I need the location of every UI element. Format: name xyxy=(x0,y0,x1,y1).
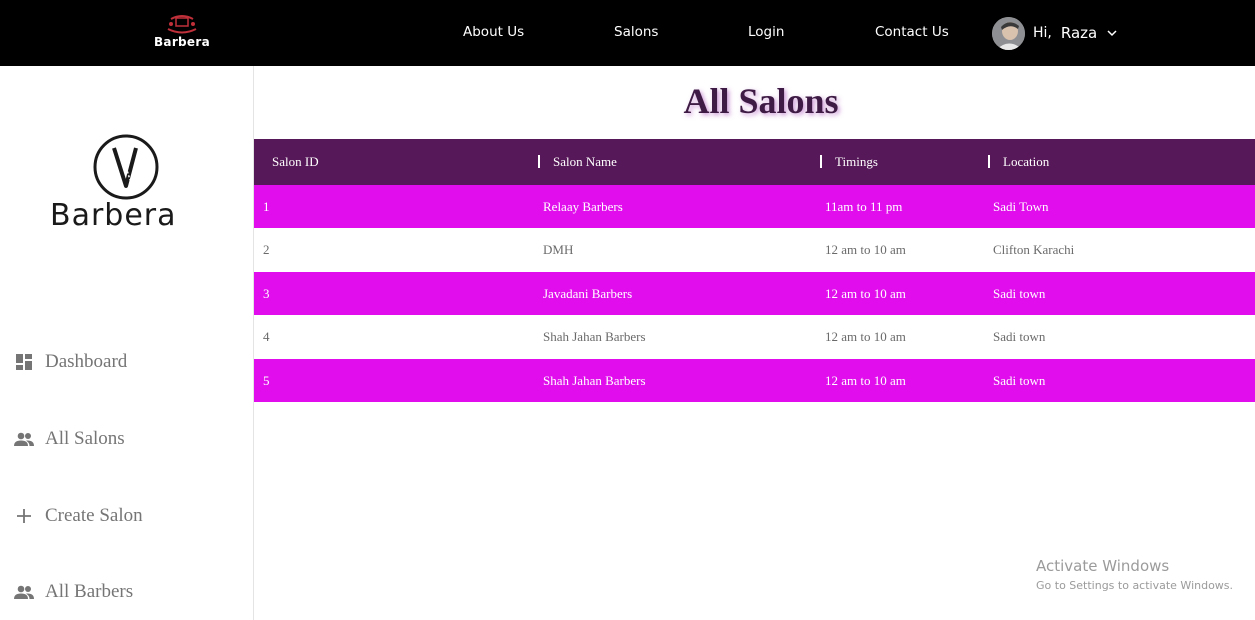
cell-salon-name: Shah Jahan Barbers xyxy=(543,329,646,345)
column-header-location[interactable]: Location xyxy=(1003,139,1049,185)
brand-name: Barbera xyxy=(153,35,210,49)
table-row[interactable]: 4 Shah Jahan Barbers 12 am to 10 am Sadi… xyxy=(254,315,1255,359)
sidebar-item-all-salons[interactable]: All Salons xyxy=(14,424,125,454)
barber-logo-icon xyxy=(167,15,197,34)
watermark-subtitle: Go to Settings to activate Windows. xyxy=(1036,579,1234,592)
avatar xyxy=(992,16,1025,50)
people-icon xyxy=(14,429,34,449)
nav-login[interactable]: Login xyxy=(748,24,784,40)
column-header-salon-id[interactable]: Salon ID xyxy=(272,139,319,185)
column-header-timings[interactable]: Timings xyxy=(835,139,878,185)
nav-contact-us[interactable]: Contact Us xyxy=(875,24,949,40)
cell-salon-id: 1 xyxy=(263,199,270,214)
table-row[interactable]: 5 Shah Jahan Barbers 12 am to 10 am Sadi… xyxy=(254,358,1255,402)
table-row[interactable]: 1 Relaay Barbers 11am to 11 pm Sadi Town xyxy=(254,185,1255,229)
sidebar-item-all-barbers[interactable]: All Barbers xyxy=(14,577,133,607)
cell-timings: 11am to 11 pm xyxy=(825,199,903,214)
sidebar: Barbera Dashboard All Salons Create Salo… xyxy=(0,66,254,620)
cell-timings: 12 am to 10 am xyxy=(825,329,906,345)
cell-location: Sadi Town xyxy=(993,199,1049,214)
sidebar-logo: Barbera xyxy=(46,134,206,234)
sidebar-item-dashboard[interactable]: Dashboard xyxy=(14,347,127,377)
cell-timings: 12 am to 10 am xyxy=(825,285,906,301)
column-divider xyxy=(820,155,822,168)
main-content: All Salons Salon ID Salon Name Timings L… xyxy=(254,66,1255,620)
cell-salon-name: DMH xyxy=(543,242,574,258)
nav-salons[interactable]: Salons xyxy=(614,24,658,40)
cell-salon-id: 2 xyxy=(263,242,270,258)
top-navbar: Barbera About Us Salons Login Contact Us… xyxy=(0,0,1255,66)
sidebar-item-create-salon[interactable]: Create Salon xyxy=(14,501,143,531)
table-row[interactable]: 2 DMH 12 am to 10 am Clifton Karachi xyxy=(254,228,1255,272)
cell-salon-name: Relaay Barbers xyxy=(543,199,623,214)
chevron-down-icon[interactable] xyxy=(1107,29,1117,37)
watermark-title: Activate Windows xyxy=(1036,557,1170,575)
column-divider xyxy=(988,155,990,168)
salons-table: Salon ID Salon Name Timings Location 1 R… xyxy=(254,139,1255,402)
sidebar-logo-text: Barbera xyxy=(50,198,177,233)
activation-watermark: Activate Windows Go to Settings to activ… xyxy=(1036,557,1233,592)
cell-timings: 12 am to 10 am xyxy=(825,242,906,258)
cell-salon-id: 4 xyxy=(263,329,270,345)
cell-salon-name: Javadani Barbers xyxy=(543,285,633,301)
cell-timings: 12 am to 10 am xyxy=(825,372,906,388)
sidebar-item-label: Create Salon xyxy=(45,505,143,526)
table-header: Salon ID Salon Name Timings Location xyxy=(254,139,1255,185)
brand-logo[interactable]: Barbera xyxy=(150,14,214,54)
cell-salon-id: 3 xyxy=(263,285,270,301)
sidebar-item-label: Dashboard xyxy=(45,351,128,372)
cell-salon-id: 5 xyxy=(263,372,270,388)
column-divider xyxy=(538,155,540,168)
dashboard-icon xyxy=(14,352,34,372)
plus-icon xyxy=(14,506,34,526)
user-menu[interactable]: Hi, Raza xyxy=(992,16,1117,50)
people-icon xyxy=(14,582,34,602)
cell-location: Sadi town xyxy=(993,372,1046,388)
cell-location: Clifton Karachi xyxy=(993,242,1075,258)
table-row[interactable]: 3 Javadani Barbers 12 am to 10 am Sadi t… xyxy=(254,271,1255,316)
cell-salon-name: Shah Jahan Barbers xyxy=(543,372,646,388)
user-name: Raza xyxy=(1060,24,1098,42)
column-header-salon-name[interactable]: Salon Name xyxy=(553,139,617,185)
sidebar-item-label: All Salons xyxy=(45,428,125,449)
sidebar-item-label: All Barbers xyxy=(45,581,134,602)
greeting-text: Hi, xyxy=(1033,25,1052,41)
nav-about-us[interactable]: About Us xyxy=(463,24,524,40)
cell-location: Sadi town xyxy=(993,285,1046,301)
cell-location: Sadi town xyxy=(993,329,1046,345)
page-title: All Salons xyxy=(683,81,839,121)
